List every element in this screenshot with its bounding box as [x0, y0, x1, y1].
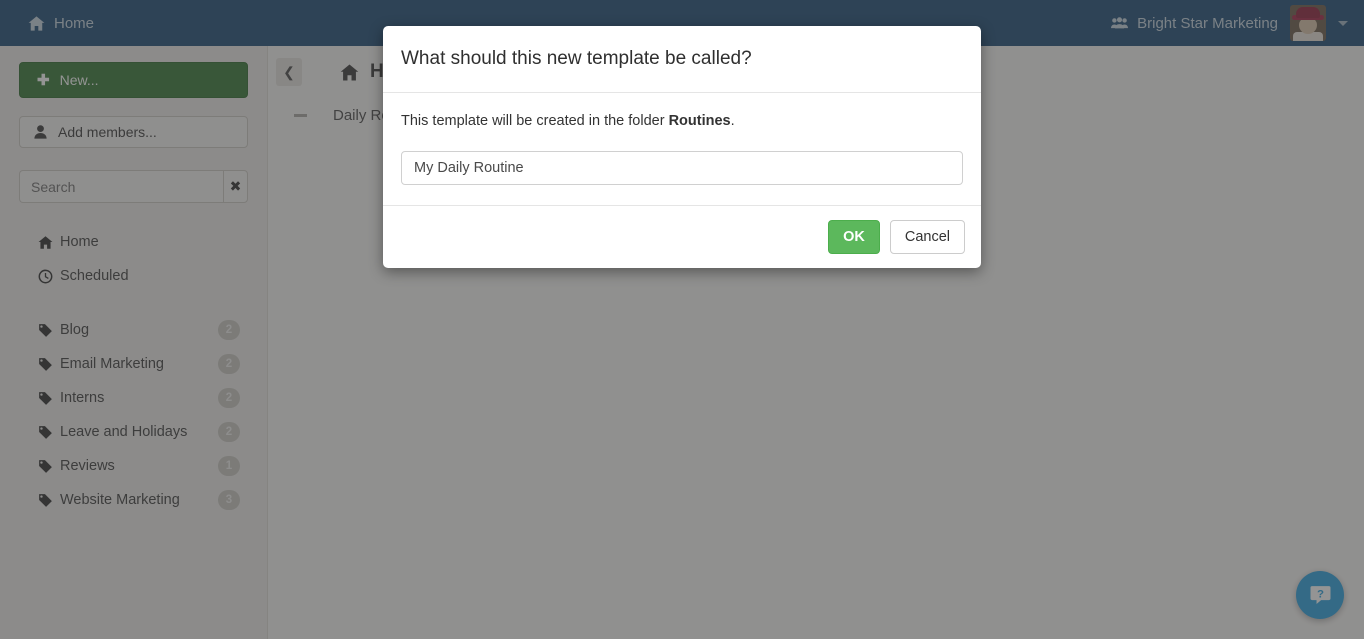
cancel-button[interactable]: Cancel — [889, 219, 965, 254]
dialog-folder-name: Routines — [668, 112, 731, 129]
dialog-description-suffix: . — [730, 112, 735, 129]
dialog-footer: OK Cancel — [383, 204, 981, 268]
dialog-description-prefix: This template will be created in the fol… — [401, 112, 669, 129]
template-name-input[interactable] — [401, 150, 963, 185]
dialog-description: This template will be created in the fol… — [401, 112, 963, 131]
new-template-dialog: What should this new template be called?… — [383, 26, 981, 268]
dialog-header: What should this new template be called? — [383, 26, 981, 93]
dialog-title: What should this new template be called? — [401, 48, 752, 69]
ok-button[interactable]: OK — [828, 219, 880, 254]
dialog-body: This template will be created in the fol… — [383, 93, 981, 205]
